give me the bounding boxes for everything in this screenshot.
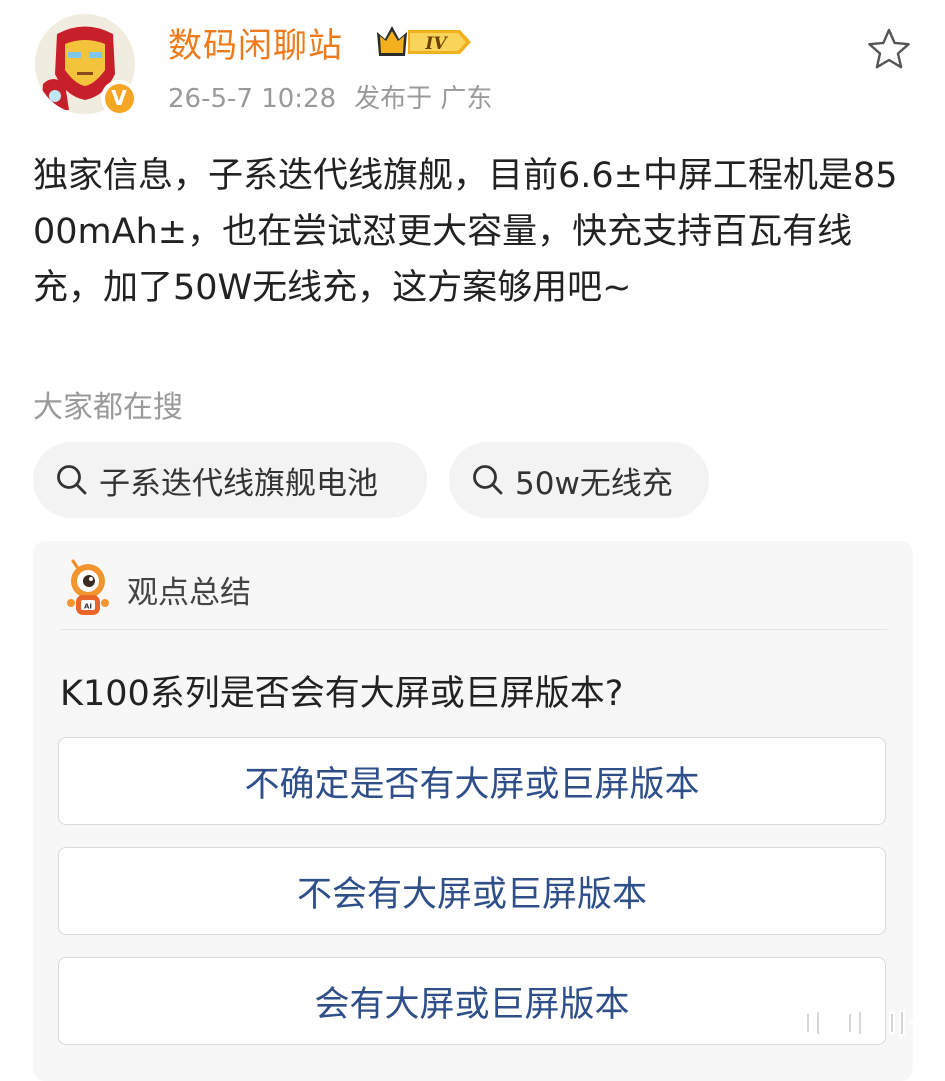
search-chip-label: 50w无线充 — [515, 465, 673, 502]
crown-level-badge-icon: IV — [377, 26, 471, 56]
opinion-summary-card: AI 观点总结 K100系列是否会有大屏或巨屏版本? 不确定是否有大屏或巨屏版本… — [33, 541, 913, 1081]
search-chip[interactable]: 50w无线充 — [449, 442, 709, 518]
trending-search-label: 大家都在搜 — [33, 390, 183, 425]
post-meta: 26-5-7 10:28 发布于 广东 — [168, 78, 510, 115]
verified-badge: V — [101, 80, 137, 116]
watermark-logo-icon — [805, 1010, 923, 1036]
poll-option-uncertain[interactable]: 不确定是否有大屏或巨屏版本 — [58, 737, 886, 825]
post-location: 发布于 广东 — [354, 84, 493, 114]
magnifier-icon — [473, 465, 503, 495]
post-time: 26-5-7 10:28 — [168, 84, 337, 114]
card-title: 观点总结 — [127, 574, 251, 611]
poll-option-yes[interactable]: 会有大屏或巨屏版本 — [58, 957, 886, 1045]
search-chip-label: 子系迭代线旗舰电池 — [99, 465, 378, 502]
username[interactable]: 数码闲聊站 — [168, 18, 343, 67]
star-outline-icon[interactable] — [866, 26, 912, 72]
magnifier-icon — [57, 465, 87, 495]
card-header: AI 观点总结 — [61, 559, 251, 619]
ai-mascot-icon: AI — [67, 559, 109, 615]
post-header: V 数码闲聊站 IV 26-5-7 10:28 发布于 广东 — [0, 0, 945, 130]
verified-v-icon: V — [104, 83, 134, 113]
svg-text:AI: AI — [84, 603, 92, 611]
divider — [61, 629, 887, 630]
poll-question: K100系列是否会有大屏或巨屏版本? — [60, 674, 624, 714]
search-chip[interactable]: 子系迭代线旗舰电池 — [33, 442, 427, 518]
level-badge-text: IV — [424, 34, 448, 54]
poll-option-no[interactable]: 不会有大屏或巨屏版本 — [58, 847, 886, 935]
post-content: 独家信息，子系迭代线旗舰，目前6.6±中屏工程机是8500mAh±，也在尝试怼更… — [33, 156, 898, 308]
